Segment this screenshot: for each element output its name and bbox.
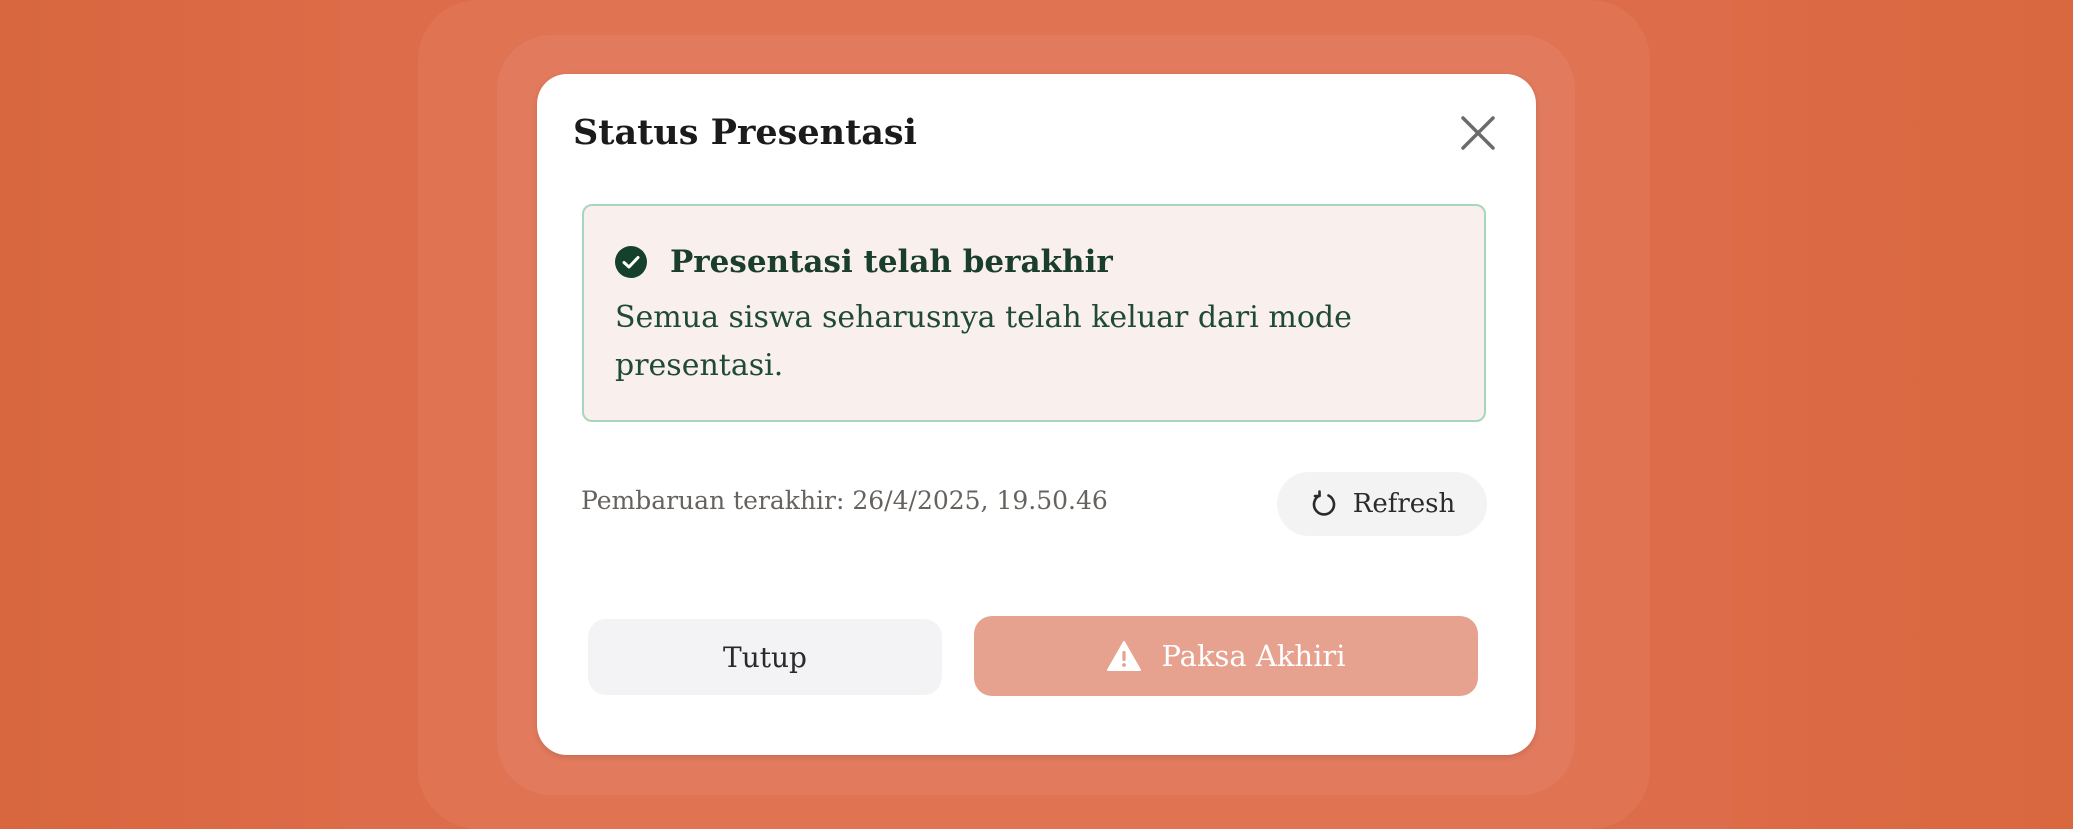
warning-icon: [1107, 641, 1142, 671]
close-button[interactable]: Tutup: [588, 619, 942, 695]
force-end-button[interactable]: Paksa Akhiri: [974, 616, 1478, 696]
refresh-label: Refresh: [1352, 489, 1456, 519]
presentation-status-dialog: Status Presentasi Presentasi telah berak…: [537, 74, 1536, 755]
dialog-title: Status Presentasi: [573, 112, 917, 153]
app-background: Status Presentasi Presentasi telah berak…: [0, 0, 2073, 829]
refresh-button[interactable]: Refresh: [1277, 472, 1487, 536]
status-title: Presentasi telah berakhir: [670, 244, 1113, 280]
check-circle-icon: [615, 246, 647, 278]
last-updated-text: Pembaruan terakhir: 26/4/2025, 19.50.46: [581, 486, 1108, 515]
status-heading: Presentasi telah berakhir: [615, 244, 1113, 280]
force-end-label: Paksa Akhiri: [1161, 639, 1346, 673]
status-alert: Presentasi telah berakhir Semua siswa se…: [582, 204, 1486, 422]
close-icon: [1461, 116, 1495, 150]
status-description: Semua siswa seharusnya telah keluar dari…: [615, 300, 1352, 383]
close-dialog-button[interactable]: [1455, 110, 1501, 156]
refresh-icon: [1312, 490, 1336, 516]
